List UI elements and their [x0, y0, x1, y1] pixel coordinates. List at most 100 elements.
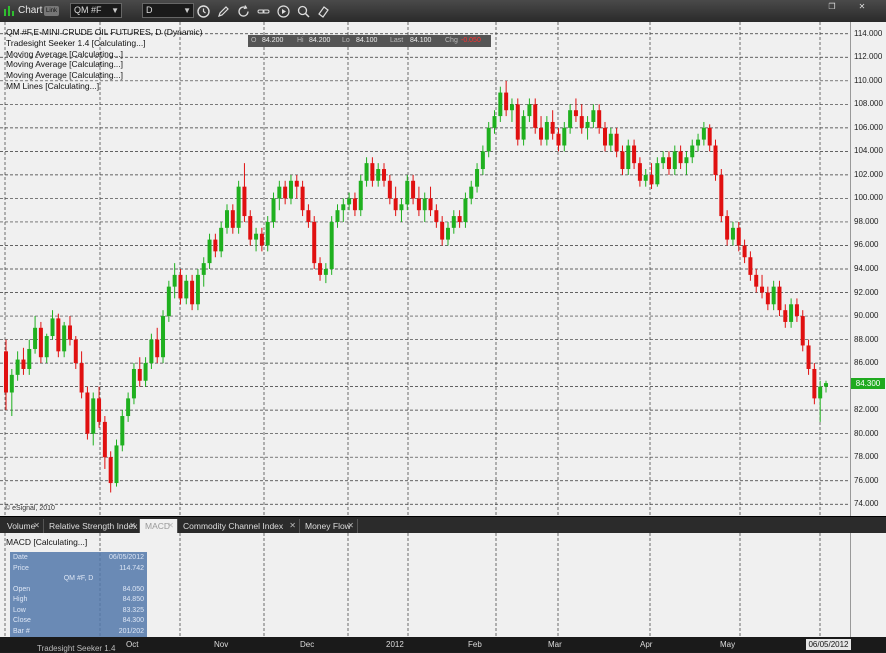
- tab-macd[interactable]: MACD ✕: [140, 519, 178, 533]
- candle-body: [632, 145, 637, 164]
- candle: [533, 98, 538, 134]
- candle: [614, 127, 619, 158]
- pencil-icon[interactable]: [216, 4, 231, 19]
- cursor-info-panel: Date 06/05/2012 Price 114.742 QM #F, D Open 84…: [10, 552, 147, 645]
- time-tick-label: Feb: [468, 640, 482, 649]
- close-icon[interactable]: ✕: [167, 519, 174, 533]
- candle-body: [643, 174, 648, 181]
- candle: [120, 410, 125, 452]
- candle: [800, 310, 805, 352]
- link-badge[interactable]: Link: [44, 6, 59, 16]
- candle-body: [85, 392, 90, 434]
- price-tick-label: 110.000: [854, 75, 883, 85]
- candle-body: [713, 145, 718, 175]
- candle-body: [486, 127, 491, 152]
- candle: [149, 333, 154, 369]
- candle-body: [556, 133, 561, 146]
- close-icon[interactable]: ✕: [856, 2, 868, 12]
- link-icon[interactable]: [256, 4, 271, 19]
- candle: [393, 186, 398, 217]
- restore-icon[interactable]: ❐: [826, 2, 838, 12]
- play-icon[interactable]: [276, 4, 291, 19]
- symbol-input[interactable]: QM #F ▼: [70, 3, 122, 18]
- time-tick-label: Mar: [548, 640, 562, 649]
- candle: [486, 121, 491, 158]
- tab-volume[interactable]: Volume ✕: [2, 519, 44, 533]
- candle-body: [329, 221, 334, 269]
- quote-bar: O 84.200 Hi 84.200 Lo 84.100 Last 84.100…: [248, 35, 491, 47]
- tab-rsi[interactable]: Relative Strength Index ✕: [44, 519, 140, 533]
- refresh-icon[interactable]: [236, 4, 251, 19]
- candle: [777, 280, 782, 317]
- candle: [812, 363, 817, 405]
- close-icon[interactable]: ✕: [347, 519, 354, 533]
- candle-body: [824, 383, 828, 387]
- study-tab-strip: Volume ✕ Relative Strength Index ✕ MACD ✕ C…: [0, 516, 886, 545]
- candle: [504, 80, 509, 117]
- copyright-notice: © eSignal, 2010: [5, 505, 55, 512]
- candle-body: [591, 110, 596, 122]
- candle: [527, 98, 532, 122]
- tab-cci[interactable]: Commodity Channel Index (CCI)✕: [178, 519, 300, 545]
- candle: [562, 121, 567, 152]
- candle-body: [539, 127, 544, 140]
- time-tick-label: Oct: [126, 640, 139, 649]
- candle: [678, 145, 683, 170]
- zoom-icon[interactable]: [296, 4, 311, 19]
- close-icon[interactable]: ✕: [33, 519, 40, 533]
- candle: [760, 274, 765, 299]
- time-axis[interactable]: Tradesight Seeker 1.4 06/05/2012 Oct Nov D…: [0, 637, 886, 653]
- candlestick-chart[interactable]: [0, 22, 850, 516]
- candle: [707, 124, 712, 152]
- candle-body: [347, 198, 352, 205]
- candle-body: [777, 286, 782, 311]
- candle: [521, 110, 526, 146]
- candle: [603, 121, 608, 152]
- price-axis[interactable]: 114.000 112.000 110.000 108.000 106.000 104.0…: [850, 22, 886, 516]
- candle: [126, 392, 131, 422]
- candle: [73, 336, 78, 369]
- change-value: -0.050: [461, 37, 481, 44]
- candle-body: [323, 269, 328, 275]
- last-value: 84.100: [410, 37, 432, 44]
- eraser-icon[interactable]: [316, 4, 331, 19]
- candle: [306, 204, 311, 228]
- candle: [143, 357, 148, 387]
- candle: [405, 174, 410, 211]
- price-tick-label: 92.000: [854, 287, 879, 297]
- last-price-tag: 84.300: [851, 377, 885, 389]
- candle: [259, 227, 264, 252]
- tab-money-flow[interactable]: Money Flow ✕: [300, 519, 358, 533]
- price-tick-label: 100.000: [854, 193, 883, 203]
- candle: [568, 104, 573, 134]
- candle: [783, 304, 788, 328]
- candle-body: [754, 274, 759, 287]
- candle-body: [254, 233, 259, 240]
- chevron-down-icon[interactable]: ▼: [183, 4, 191, 17]
- candle-body: [108, 457, 113, 484]
- price-chart-pane[interactable]: QM #F,E-MINI CRUDE OIL FUTURES, D (Dynam…: [0, 22, 850, 516]
- candle: [655, 157, 660, 187]
- close-icon[interactable]: ✕: [129, 519, 136, 533]
- candle: [579, 104, 584, 134]
- candle-body: [696, 139, 701, 146]
- candle-body: [463, 198, 468, 222]
- study-line: QM #F,E-MINI CRUDE OIL FUTURES, D (Dynam…: [6, 27, 203, 37]
- candle-body: [492, 116, 497, 128]
- candle: [556, 127, 561, 152]
- candle: [672, 145, 677, 175]
- candle: [184, 274, 189, 305]
- candle: [102, 416, 107, 469]
- candle: [4, 339, 8, 411]
- history-icon[interactable]: [196, 4, 211, 19]
- candle-body: [67, 325, 72, 340]
- close-icon[interactable]: ✕: [289, 519, 296, 533]
- candle: [97, 386, 102, 428]
- chevron-down-icon[interactable]: ▼: [111, 4, 119, 17]
- candle: [765, 286, 770, 311]
- candle: [312, 216, 317, 269]
- interval-input[interactable]: D ▼: [142, 3, 194, 18]
- candle-body: [748, 257, 753, 275]
- candle-body: [725, 216, 730, 240]
- info-value: 06/05/2012: [108, 554, 144, 561]
